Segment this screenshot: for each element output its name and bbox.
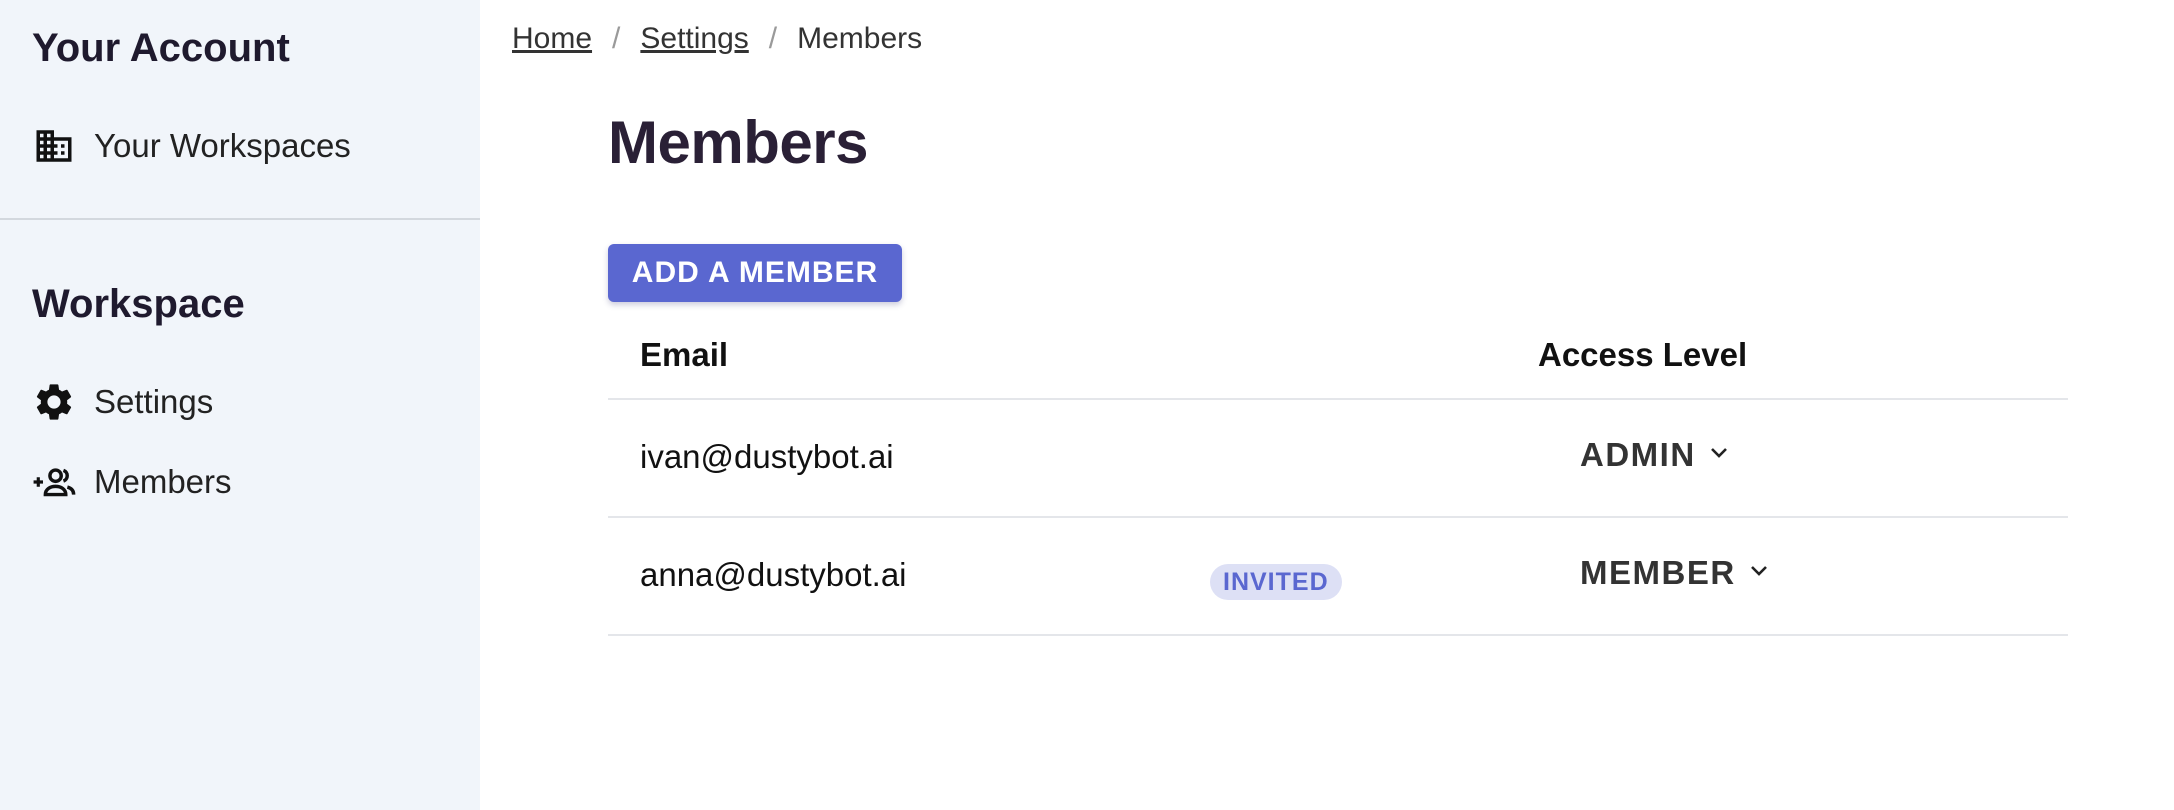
chevron-down-icon <box>1750 564 1768 582</box>
breadcrumb-separator: / <box>612 22 621 55</box>
sidebar-item-label: Members <box>94 463 232 500</box>
table-header: Email Access Level <box>608 330 2068 400</box>
member-email: ivan@dustybot.ai <box>640 438 894 475</box>
sidebar: Your Account Your Workspaces Workspace S… <box>0 0 480 810</box>
sidebar-divider <box>0 218 480 220</box>
add-member-button[interactable]: ADD A MEMBER <box>608 244 902 302</box>
breadcrumb-home-link[interactable]: Home <box>512 22 592 56</box>
breadcrumb-current: Members <box>797 22 923 55</box>
table-row: anna@dustybot.ai INVITED MEMBER <box>608 518 2068 636</box>
access-level-dropdown[interactable]: MEMBER <box>1580 554 1768 592</box>
building-icon <box>32 124 76 168</box>
access-level-dropdown[interactable]: ADMIN <box>1580 436 1728 474</box>
gear-icon <box>32 380 76 424</box>
member-email: anna@dustybot.ai <box>640 556 907 593</box>
sidebar-item-label: Settings <box>94 383 214 420</box>
email-column-header: Email <box>640 336 729 373</box>
status-badge: INVITED <box>1210 564 1342 600</box>
breadcrumb-settings-link[interactable]: Settings <box>640 22 748 56</box>
sidebar-item-label: Your Workspaces <box>94 127 351 164</box>
sidebar-item-settings[interactable]: Settings <box>32 374 213 430</box>
members-table: Email Access Level ivan@dustybot.ai ADMI… <box>608 330 2068 636</box>
breadcrumb-separator: / <box>768 22 778 55</box>
access-level-value: MEMBER <box>1580 554 1736 591</box>
access-level-value: ADMIN <box>1580 436 1696 473</box>
access-level-column-header: Access Level <box>1538 336 1748 373</box>
table-row: ivan@dustybot.ai ADMIN <box>608 400 2068 518</box>
workspace-heading: Workspace <box>32 282 245 326</box>
add-user-icon <box>32 460 76 504</box>
chevron-down-icon <box>1710 446 1728 464</box>
sidebar-item-workspaces[interactable]: Your Workspaces <box>32 118 351 174</box>
account-heading: Your Account <box>32 26 290 70</box>
page-title: Members <box>608 109 868 176</box>
breadcrumb: Home / Settings / Members <box>512 22 922 56</box>
sidebar-item-members[interactable]: Members <box>32 454 232 510</box>
